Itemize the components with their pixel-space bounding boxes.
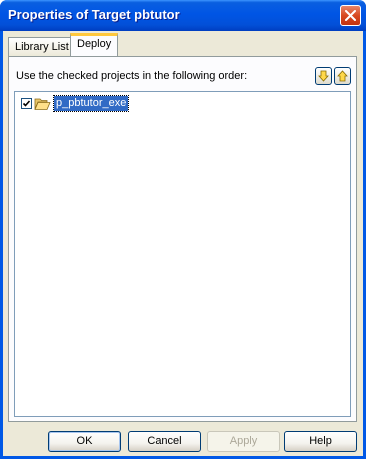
help-button[interactable]: Help <box>284 431 357 452</box>
projects-list[interactable]: p_pbtutor_exe <box>14 91 351 417</box>
move-down-button[interactable] <box>315 67 332 85</box>
title-bar[interactable]: Properties of Target pbtutor <box>0 0 366 31</box>
cancel-button[interactable]: Cancel <box>128 431 201 452</box>
move-up-button[interactable] <box>334 67 351 85</box>
tab-deploy[interactable]: Deploy <box>70 33 119 57</box>
project-label: p_pbtutor_exe <box>52 95 130 112</box>
deploy-tab-panel: Use the checked projects in the followin… <box>8 56 357 422</box>
arrow-down-icon <box>318 70 329 82</box>
arrow-up-icon <box>337 70 348 82</box>
ok-button[interactable]: OK <box>48 431 121 452</box>
window-title: Properties of Target pbtutor <box>8 7 180 22</box>
dialog-client-area: Library List Deploy Use the checked proj… <box>3 31 363 456</box>
project-checkbox[interactable] <box>21 98 32 109</box>
tab-library-list[interactable]: Library List <box>8 37 76 56</box>
close-button[interactable] <box>340 5 361 26</box>
properties-dialog: Properties of Target pbtutor Library Lis… <box>0 0 366 459</box>
apply-button[interactable]: Apply <box>207 431 280 452</box>
folder-open-icon <box>34 98 51 110</box>
checkmark-icon <box>22 100 31 107</box>
close-icon <box>345 10 356 21</box>
instruction-label: Use the checked projects in the followin… <box>16 70 248 82</box>
